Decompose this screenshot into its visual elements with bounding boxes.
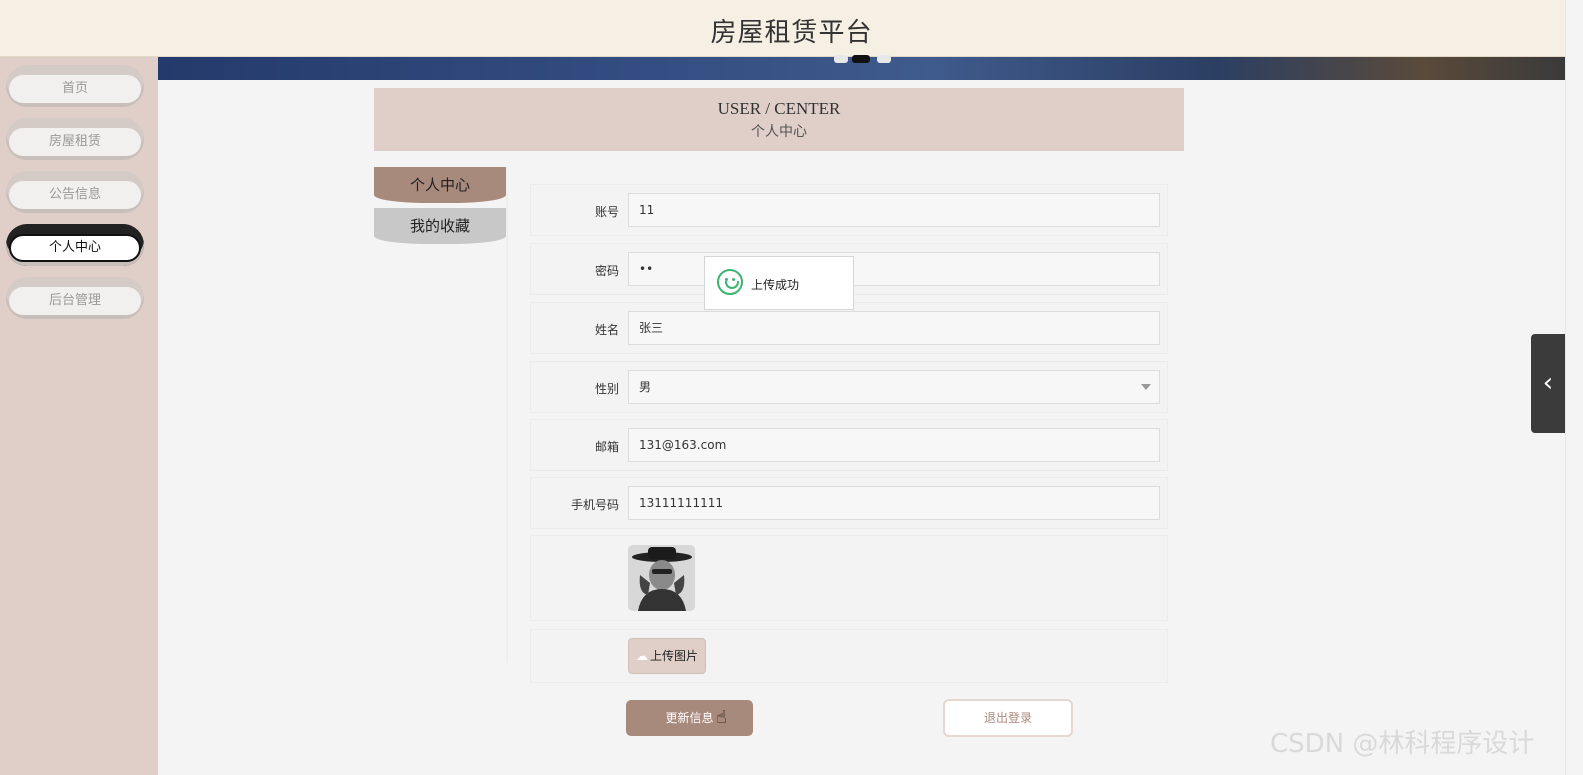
- sidebar-item-label: 个人中心: [9, 234, 141, 262]
- logout-button[interactable]: 退出登录: [943, 699, 1073, 737]
- carousel-dot-active[interactable]: [852, 55, 870, 63]
- sidebar-item-rental[interactable]: 房屋租赁: [6, 118, 144, 160]
- gender-selected-value: 男: [639, 380, 652, 394]
- sidebar-item-admin[interactable]: 后台管理: [6, 277, 144, 319]
- chevron-left-icon[interactable]: ‹: [1531, 334, 1565, 433]
- upload-success-toast: 上传成功: [704, 256, 854, 310]
- sidebar-nav: 首页 房屋租赁 公告信息 个人中心 后台管理: [0, 57, 158, 775]
- email-field[interactable]: 131@163.com: [628, 428, 1160, 462]
- form-row-phone: 手机号码 13111111111: [530, 477, 1168, 529]
- user-tabs-panel: 个人中心 我的收藏: [374, 167, 508, 663]
- form-row-avatar: [530, 535, 1168, 621]
- carousel-banner: [158, 55, 1565, 80]
- password-label: 密码: [594, 264, 619, 278]
- gender-label: 性别: [594, 382, 619, 396]
- page-scrollbar[interactable]: [1565, 0, 1583, 775]
- upload-icon: ☁: [635, 649, 648, 663]
- carousel-dot[interactable]: [834, 55, 848, 63]
- site-title: 房屋租赁平台: [710, 18, 873, 48]
- avatar: [628, 545, 695, 611]
- toast-message: 上传成功: [751, 278, 800, 292]
- carousel-dot[interactable]: [877, 55, 891, 63]
- sidebar-item-notice[interactable]: 公告信息: [6, 171, 144, 213]
- form-row-email: 邮箱 131@163.com: [530, 419, 1168, 471]
- sidebar-item-label: 后台管理: [9, 287, 141, 315]
- sidebar-item-home[interactable]: 首页: [6, 65, 144, 107]
- name-label: 姓名: [594, 323, 619, 337]
- sidebar-item-label: 房屋租赁: [9, 128, 141, 156]
- sidebar-item-label: 公告信息: [9, 181, 141, 209]
- phone-label: 手机号码: [570, 498, 619, 512]
- smile-icon: [717, 269, 743, 295]
- page-header-card: USER / CENTER 个人中心: [374, 88, 1184, 151]
- top-header: 房屋租赁平台: [0, 0, 1583, 57]
- email-label: 邮箱: [594, 440, 619, 454]
- upload-image-button[interactable]: ☁ 上传图片: [628, 638, 706, 674]
- name-field[interactable]: 张三: [628, 311, 1160, 345]
- form-row-upload: ☁ 上传图片: [530, 629, 1168, 683]
- upload-button-label: 上传图片: [649, 649, 698, 663]
- tab-favorites[interactable]: 我的收藏: [374, 208, 506, 244]
- page-header-cn: 个人中心: [751, 124, 807, 140]
- page-header-en: USER / CENTER: [717, 99, 841, 118]
- sidebar-item-user-center[interactable]: 个人中心: [6, 224, 144, 266]
- phone-field[interactable]: 13111111111: [628, 486, 1160, 520]
- account-field[interactable]: 11: [628, 193, 1160, 227]
- update-info-button[interactable]: 更新信息: [626, 700, 753, 736]
- tab-user-center[interactable]: 个人中心: [374, 167, 506, 203]
- sidebar-item-label: 首页: [9, 75, 141, 103]
- watermark: CSDN @林科程序设计: [1270, 729, 1535, 759]
- form-row-account: 账号 11: [530, 184, 1168, 236]
- account-label: 账号: [594, 205, 619, 219]
- form-row-gender: 性别 男: [530, 361, 1168, 413]
- chevron-down-icon: [1141, 384, 1151, 390]
- gender-select[interactable]: 男: [628, 370, 1160, 404]
- mouse-cursor-icon: ☝: [716, 707, 727, 728]
